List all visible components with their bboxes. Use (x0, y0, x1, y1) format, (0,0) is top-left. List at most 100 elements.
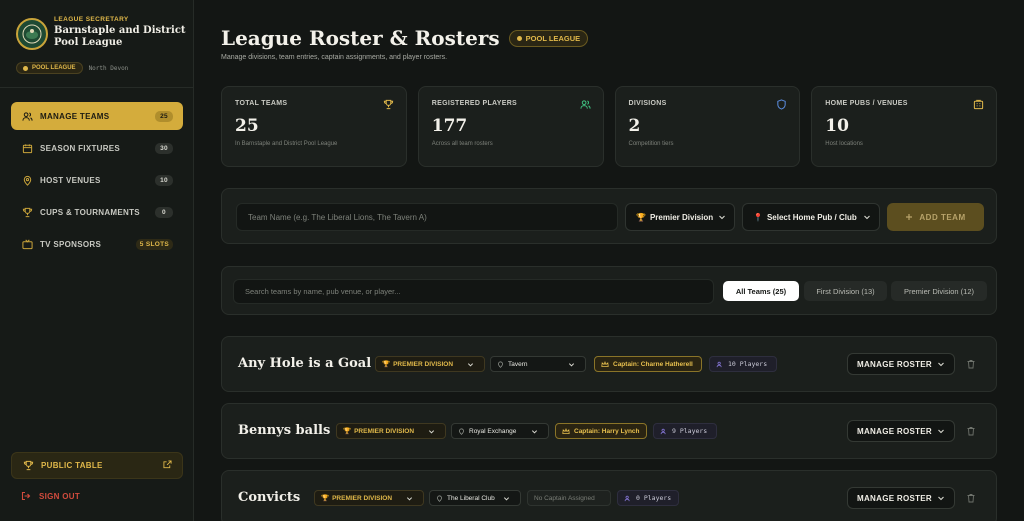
team-name: Any Hole is a Goal (238, 356, 372, 371)
trophy-icon: 🏆 (636, 212, 646, 222)
stat-note: In Barnstaple and District Pool League (235, 141, 338, 147)
chevron-down-icon (503, 496, 510, 500)
chevron-down-icon (938, 496, 944, 501)
chevron-down-icon (719, 215, 725, 220)
filter-chip-all-teams[interactable]: All Teams (25) (723, 281, 799, 301)
trash-icon[interactable] (966, 359, 976, 369)
sidebar-item-manage-teams[interactable]: MANAGE TEAMS 25 (11, 102, 183, 130)
trophy-icon (21, 206, 33, 218)
sidebar-divider (0, 87, 194, 88)
add-team-form: 🏆 Premier Division 📍 Select Home Pub / C… (221, 188, 997, 244)
team-search-input[interactable] (233, 279, 714, 304)
stat-value: 2 (628, 116, 641, 136)
league-type-badge: POOL LEAGUE (16, 62, 83, 74)
shield-icon (777, 99, 786, 110)
chevron-down-icon (467, 362, 474, 366)
sidebar-item-tv-sponsors[interactable]: TV SPONSORS 5 SLOTS (11, 230, 183, 258)
team-card: Bennys balls 🏆 PREMIER DIVISION Royal Ex… (221, 403, 997, 459)
team-player-count: 10 Players (709, 356, 777, 372)
map-pin-icon: 📍 (753, 212, 763, 222)
stat-card-divisions: DIVISIONS 2 Competition tiers (614, 86, 801, 167)
team-captain-badge[interactable]: Captain: Charne Hatherell (594, 356, 702, 372)
stat-value: 25 (235, 116, 259, 136)
team-venue-select[interactable]: Royal Exchange (451, 423, 549, 439)
stat-value: 10 (825, 116, 849, 136)
filter-chip-premier-division[interactable]: Premier Division (12) (891, 281, 987, 301)
tv-icon (21, 238, 33, 250)
nav-badge: 25 (155, 110, 173, 122)
filter-chip-first-division[interactable]: First Division (13) (804, 281, 887, 301)
trophy-icon: 🏆 (321, 495, 330, 502)
chevron-down-icon (406, 496, 413, 500)
chevron-down-icon (568, 362, 575, 366)
team-captain-badge[interactable]: No Captain Assigned (527, 490, 611, 506)
crown-icon (601, 360, 609, 367)
brand-kicker: LEAGUE SECRETARY (54, 16, 129, 23)
home-venue-select[interactable]: 📍 Select Home Pub / Club (742, 203, 880, 231)
team-captain-badge[interactable]: Captain: Harry Lynch (555, 423, 647, 439)
page-header: League Roster & Rosters POOL LEAGUE (221, 26, 589, 50)
page-title: League Roster & Rosters (221, 26, 500, 50)
add-team-button[interactable]: ADD TEAM (887, 203, 984, 231)
public-table-button[interactable]: PUBLIC TABLE (11, 452, 183, 479)
manage-roster-button[interactable]: MANAGE ROSTER (847, 487, 955, 509)
sign-out-button[interactable]: SIGN OUT (21, 491, 80, 501)
chevron-down-icon (938, 362, 944, 367)
team-filter-bar: All Teams (25) First Division (13) Premi… (221, 266, 997, 315)
stat-note: Competition tiers (628, 141, 674, 147)
stat-card-registered-players: REGISTERED PLAYERS 177 Across all team r… (417, 86, 604, 167)
trophy-icon: 🏆 (343, 428, 352, 435)
manage-roster-button[interactable]: MANAGE ROSTER (847, 353, 955, 375)
stat-card-total-teams: TOTAL TEAMS 25 In Barnstaple and Distric… (221, 86, 407, 167)
team-division-select[interactable]: 🏆 PREMIER DIVISION (375, 356, 485, 372)
sidebar: LEAGUE SECRETARY Barnstaple and District… (0, 0, 194, 521)
team-card: Any Hole is a Goal 🏆 PREMIER DIVISION Ta… (221, 336, 997, 392)
users-icon (579, 100, 591, 109)
team-player-count: 9 Players (653, 423, 717, 439)
manage-roster-button[interactable]: MANAGE ROSTER (847, 420, 955, 442)
sign-out-icon (21, 491, 31, 501)
external-link-icon (163, 460, 172, 471)
nav-badge: 5 SLOTS (135, 238, 173, 250)
users-icon (660, 428, 666, 434)
trophy-icon (22, 460, 34, 472)
division-select[interactable]: 🏆 Premier Division (625, 203, 735, 231)
sidebar-item-host-venues[interactable]: HOST VENUES 10 (11, 166, 183, 194)
league-name: Barnstaple and District Pool League (54, 25, 186, 48)
team-venue-select[interactable]: Tavern (490, 356, 586, 372)
sidebar-item-cups-tournaments[interactable]: CUPS & TOURNAMENTS 0 (11, 198, 183, 226)
map-pin-icon (437, 495, 442, 502)
team-division-select[interactable]: 🏆 PREMIER DIVISION (314, 490, 424, 506)
users-icon (716, 361, 722, 367)
nav-badge: 10 (155, 174, 173, 186)
map-pin-icon (21, 174, 33, 186)
team-name-input[interactable] (236, 203, 618, 231)
chevron-down-icon (531, 429, 538, 433)
league-logo-icon (16, 18, 48, 50)
team-name: Bennys balls (238, 423, 331, 438)
team-name: Convicts (238, 490, 301, 505)
nav-badge: 30 (155, 142, 173, 154)
crown-icon (562, 427, 570, 434)
chevron-down-icon (938, 429, 944, 434)
team-card: Convicts 🏆 PREMIER DIVISION The Liberal … (221, 470, 997, 521)
stat-value: 177 (431, 116, 468, 136)
league-type-badge: POOL LEAGUE (508, 29, 589, 47)
plus-icon (906, 214, 913, 220)
chevron-down-icon (428, 429, 435, 433)
trophy-icon: 🏆 (382, 361, 391, 368)
sidebar-item-season-fixtures[interactable]: SEASON FIXTURES 30 (11, 134, 183, 162)
brand-tags: POOL LEAGUE North Devon (16, 62, 128, 74)
team-venue-select[interactable]: The Liberal Club (429, 490, 521, 506)
users-icon (21, 110, 33, 122)
stat-note: Host locations (825, 141, 863, 147)
trash-icon[interactable] (966, 426, 976, 436)
brand: LEAGUE SECRETARY Barnstaple and District… (16, 16, 186, 56)
team-division-select[interactable]: 🏆 PREMIER DIVISION (336, 423, 446, 439)
users-icon (624, 495, 630, 501)
stat-note: Across all team rosters (431, 141, 493, 147)
page-subtitle: Manage divisions, team entries, captain … (221, 54, 448, 61)
trash-icon[interactable] (966, 493, 976, 503)
trophy-icon (383, 99, 393, 110)
stats-row: TOTAL TEAMS 25 In Barnstaple and Distric… (221, 86, 997, 167)
